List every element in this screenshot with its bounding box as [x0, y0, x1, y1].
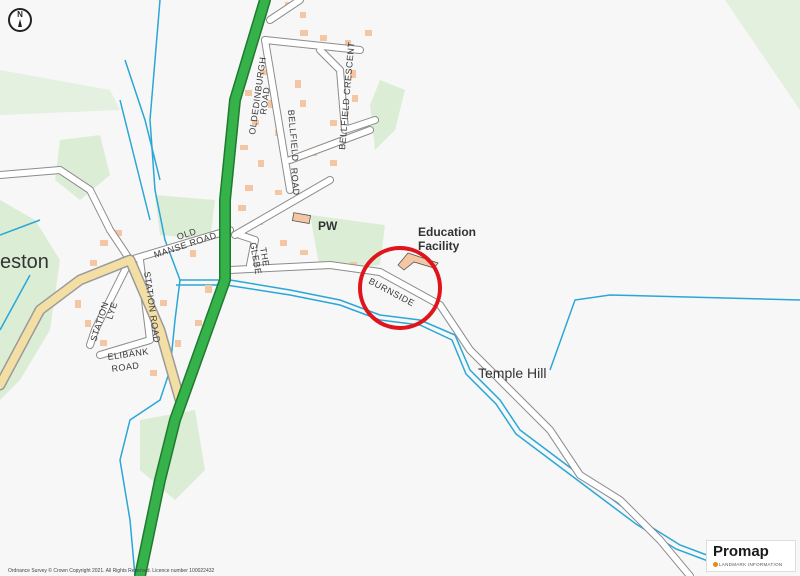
north-arrow-letter: N [17, 10, 23, 19]
promap-logo-name: Promap [713, 543, 769, 560]
church-building [291, 212, 312, 224]
road-label-bellfield-road-1: BELLFIELD [286, 109, 300, 162]
north-arrow-icon: N [8, 8, 32, 32]
north-arrow-pointer [18, 19, 22, 27]
map-canvas[interactable]: eston PW Education Facility Temple Hill … [0, 0, 800, 576]
village-label: eston [0, 251, 49, 273]
temple-hill-label: Temple Hill [478, 365, 546, 381]
promap-logo-tagline: LANDMARK INFORMATION [719, 562, 783, 567]
site-marker-circle[interactable] [358, 246, 442, 330]
education-label-line2: Facility [418, 239, 460, 253]
pw-label: PW [318, 219, 338, 233]
education-label-line1: Education [418, 225, 476, 239]
road-label-elibank-2: ROAD [111, 360, 140, 374]
promap-logo-dot-icon [713, 562, 718, 567]
copyright-notice: Ordnance Survey © Crown Copyright 2021. … [8, 568, 215, 574]
promap-logo: Promap LANDMARK INFORMATION [706, 540, 796, 572]
